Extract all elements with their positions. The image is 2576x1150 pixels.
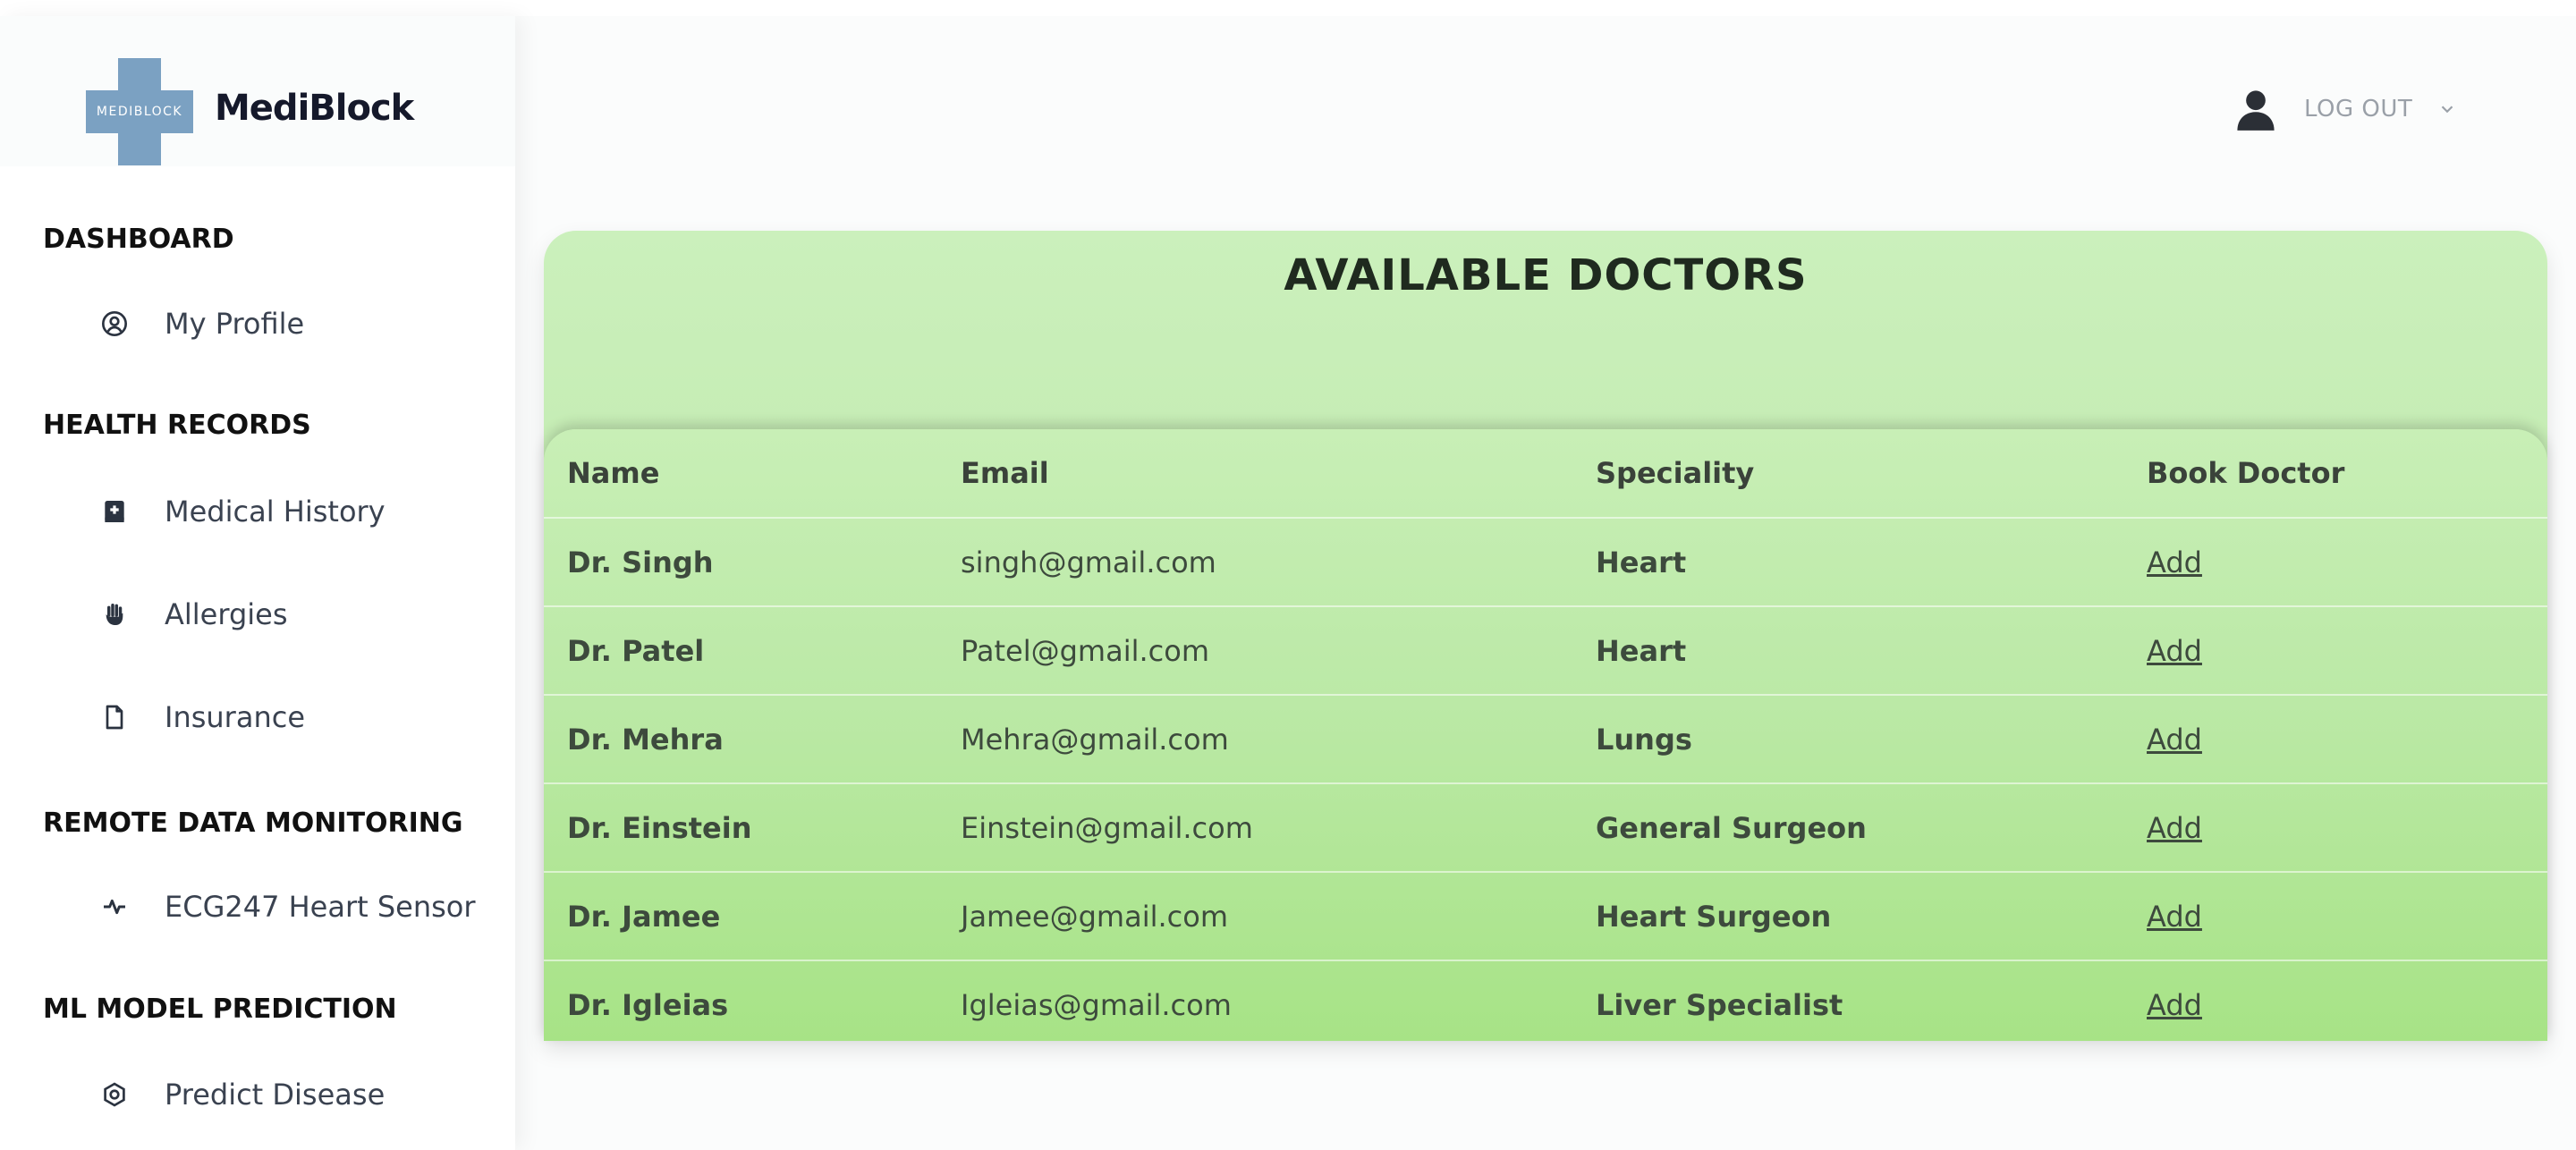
doctor-speciality: Lungs: [1572, 695, 2123, 784]
sidebar-item-medical-history[interactable]: Medical History: [89, 480, 501, 543]
user-avatar-icon: [2233, 86, 2279, 132]
column-header-email: Email: [937, 429, 1572, 519]
table-row: Dr. Jamee Jamee@gmail.com Heart Surgeon …: [544, 872, 2547, 961]
sidebar-item-label: Predict Disease: [165, 1078, 386, 1112]
pulse-icon: [89, 882, 140, 932]
section-health-records: HEALTH RECORDS: [43, 410, 311, 441]
sidebar-item-predict-disease[interactable]: Predict Disease: [89, 1063, 501, 1126]
column-header-speciality: Speciality: [1572, 429, 2123, 519]
doctor-name: Dr. Mehra: [544, 695, 937, 784]
add-doctor-link[interactable]: Add: [2147, 723, 2202, 757]
logout-button[interactable]: LOG OUT: [2304, 96, 2412, 123]
add-doctor-link[interactable]: Add: [2147, 634, 2202, 668]
user-circle-icon: [89, 299, 140, 349]
section-ml-prediction: ML MODEL PREDICTION: [43, 994, 397, 1025]
doctor-name: Dr. Jamee: [544, 872, 937, 961]
doctor-email: Jamee@gmail.com: [937, 872, 1572, 961]
sidebar-item-allergies[interactable]: Allergies: [89, 583, 501, 646]
add-doctor-link[interactable]: Add: [2147, 545, 2202, 579]
table-row: Dr. Mehra Mehra@gmail.com Lungs Add: [544, 695, 2547, 784]
doctor-email: singh@gmail.com: [937, 518, 1572, 607]
app-root: MEDIBLOCK MediBlock DASHBOARD My Profile…: [0, 0, 2576, 1150]
add-doctor-link[interactable]: Add: [2147, 900, 2202, 934]
sidebar-item-label: Insurance: [165, 700, 305, 734]
sidebar-item-label: ECG247 Heart Sensor: [165, 890, 476, 924]
doctor-speciality: Heart: [1572, 606, 2123, 696]
add-doctor-link[interactable]: Add: [2147, 811, 2202, 845]
table-row: Dr. Patel Patel@gmail.com Heart Add: [544, 606, 2547, 696]
doctors-table-container: Name Email Speciality Book Doctor Dr. Si…: [544, 429, 2547, 1041]
sidebar-item-label: Allergies: [165, 597, 288, 631]
table-row: Dr. Singh singh@gmail.com Heart Add: [544, 518, 2547, 607]
doctor-name: Dr. Patel: [544, 606, 937, 696]
doctor-speciality: Liver Specialist: [1596, 987, 1843, 1022]
medical-book-icon: [89, 486, 140, 537]
sidebar-item-label: My Profile: [165, 307, 305, 341]
sidebar-item-label: Medical History: [165, 495, 386, 528]
table-row: Dr. Einstein Einstein@gmail.com General …: [544, 783, 2547, 873]
sidebar: MEDIBLOCK MediBlock DASHBOARD My Profile…: [0, 16, 515, 1150]
logo-cross-icon: MEDIBLOCK: [86, 58, 193, 165]
add-doctor-link[interactable]: Add: [2147, 988, 2202, 1022]
section-remote-monitoring: REMOTE DATA MONITORING: [43, 808, 463, 839]
doctor-email: Igleias@gmail.com: [961, 987, 1232, 1022]
doctor-email: Patel@gmail.com: [937, 606, 1572, 696]
column-header-name: Name: [544, 429, 937, 519]
doctor-speciality: Heart: [1572, 518, 2123, 607]
sidebar-item-my-profile[interactable]: My Profile: [89, 292, 501, 355]
top-strip: [0, 0, 2576, 16]
doctor-email: Mehra@gmail.com: [937, 695, 1572, 784]
column-header-book-doctor: Book Doctor: [2123, 429, 2547, 519]
doctor-speciality: Heart Surgeon: [1572, 872, 2123, 961]
doctor-name: Dr. Einstein: [544, 783, 937, 873]
doctor-speciality: General Surgeon: [1572, 783, 2123, 873]
doctor-email: Einstein@gmail.com: [937, 783, 1572, 873]
brand-name: MediBlock: [215, 88, 414, 129]
doctors-table: Name Email Speciality Book Doctor Dr. Si…: [544, 429, 2547, 1041]
chevron-down-icon[interactable]: [2412, 99, 2457, 119]
sidebar-item-insurance[interactable]: Insurance: [89, 686, 501, 748]
brand[interactable]: MEDIBLOCK MediBlock: [0, 16, 515, 166]
page-title: AVAILABLE DOCTORS: [1284, 250, 1808, 300]
available-doctors-card: AVAILABLE DOCTORS Name Email Speciality …: [544, 231, 2547, 1041]
table-row: Dr. Igleias Igleias@gmail.com Liver Spec…: [544, 960, 2547, 1041]
logo-text: MEDIBLOCK: [96, 105, 183, 119]
hand-icon: [89, 589, 140, 639]
section-dashboard: DASHBOARD: [43, 224, 234, 255]
gear-icon: [89, 1070, 140, 1120]
doctor-name: Dr. Singh: [544, 518, 937, 607]
sidebar-item-ecg247[interactable]: ECG247 Heart Sensor: [89, 875, 501, 938]
file-icon: [89, 692, 140, 742]
table-header-row: Name Email Speciality Book Doctor: [544, 429, 2547, 519]
user-menu[interactable]: LOG OUT: [2233, 82, 2457, 136]
doctor-name: Dr. Igleias: [567, 987, 729, 1022]
